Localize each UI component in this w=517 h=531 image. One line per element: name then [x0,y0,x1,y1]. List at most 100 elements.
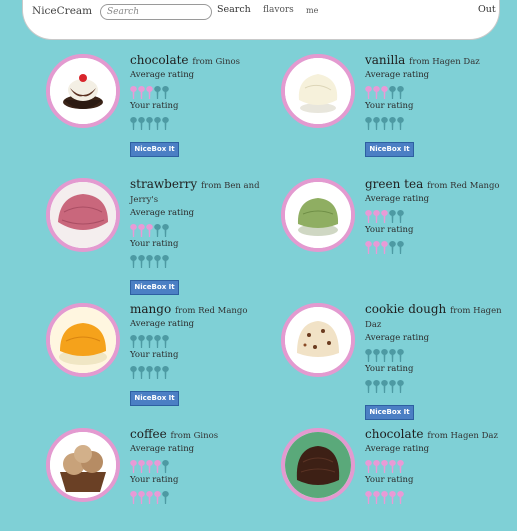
spoon-icon[interactable] [365,380,372,393]
nicebox-button[interactable]: NiceBox It [365,405,414,420]
logout-link[interactable]: Out [478,4,496,15]
spoon-icon [162,224,169,237]
spoon-icon [130,224,137,237]
flavor-source: from Ginos [170,431,219,441]
spoon-icon[interactable] [365,241,372,254]
spoon-icon[interactable] [146,366,153,379]
nicebox-button[interactable]: NiceBox It [130,391,179,406]
average-rating-label: Average rating [365,333,430,343]
search-input[interactable] [100,4,212,20]
spoon-icon[interactable] [138,491,145,504]
your-rating-spoons[interactable] [130,490,270,504]
spoon-icon[interactable] [154,366,161,379]
spoon-icon [162,460,169,473]
spoon-icon[interactable] [381,117,388,130]
spoon-icon[interactable] [154,117,161,130]
spoon-icon[interactable] [154,491,161,504]
your-rating-label: Your rating [365,101,414,111]
spoon-icon[interactable] [389,117,396,130]
spoon-icon[interactable] [397,491,404,504]
spoon-icon [130,86,137,99]
spoon-icon[interactable] [373,117,380,130]
spoon-icon[interactable] [146,117,153,130]
flavor-image[interactable] [281,54,355,128]
spoon-icon[interactable] [381,491,388,504]
spoon-icon[interactable] [130,491,137,504]
spoon-icon[interactable] [130,366,137,379]
your-rating-spoons[interactable] [130,365,270,379]
flavor-source: from Red Mango [427,181,500,191]
spoon-icon[interactable] [146,255,153,268]
spoon-icon[interactable] [389,491,396,504]
nicebox-button[interactable]: NiceBox It [365,142,414,157]
spoon-icon[interactable] [381,241,388,254]
spoon-icon[interactable] [397,380,404,393]
flavor-image[interactable] [281,303,355,377]
spoon-icon [381,349,388,362]
spoon-icon[interactable] [130,117,137,130]
nicebox-button[interactable]: NiceBox It [130,280,179,295]
spoon-icon [146,224,153,237]
spoon-icon[interactable] [162,117,169,130]
spoon-icon[interactable] [381,380,388,393]
spoon-icon[interactable] [389,380,396,393]
spoon-icon[interactable] [138,117,145,130]
your-rating-spoons[interactable] [130,254,270,268]
spoon-icon [389,349,396,362]
flavor-name[interactable]: cookie dough [365,302,446,316]
flavor-image[interactable] [46,428,120,502]
spoon-icon[interactable] [397,117,404,130]
your-rating-spoons[interactable] [365,379,505,393]
spoon-icon[interactable] [138,366,145,379]
nav-flavors-link[interactable]: flavors [263,5,294,15]
flavor-image[interactable] [281,178,355,252]
spoon-icon [381,460,388,473]
spoon-icon[interactable] [162,491,169,504]
spoon-icon[interactable] [365,491,372,504]
nav-me-link[interactable]: me [306,6,318,15]
spoon-icon[interactable] [138,255,145,268]
flavor-image[interactable] [281,428,355,502]
flavor-name[interactable]: strawberry [130,177,197,191]
your-rating-spoons[interactable] [365,116,505,130]
spoon-icon[interactable] [162,366,169,379]
brand-logo[interactable]: NiceCream [32,5,92,17]
flavor-name[interactable]: chocolate [365,427,424,441]
spoon-icon [397,349,404,362]
average-rating-spoons [365,459,505,473]
flavor-name[interactable]: chocolate [130,53,189,67]
flavor-image[interactable] [46,303,120,377]
spoon-icon [162,86,169,99]
your-rating-label: Your rating [130,350,179,360]
spoon-icon[interactable] [365,117,372,130]
spoon-icon [365,349,372,362]
spoon-icon [154,460,161,473]
spoon-icon[interactable] [162,255,169,268]
your-rating-spoons[interactable] [130,116,270,130]
flavor-image[interactable] [46,178,120,252]
spoon-icon [389,86,396,99]
spoon-icon [397,210,404,223]
your-rating-spoons[interactable] [365,490,505,504]
flavor-name[interactable]: coffee [130,427,167,441]
spoon-icon[interactable] [154,255,161,268]
nicebox-button[interactable]: NiceBox It [130,142,179,157]
spoon-icon[interactable] [373,491,380,504]
search-button[interactable]: Search [217,4,251,15]
flavor-name[interactable]: green tea [365,177,423,191]
spoon-icon[interactable] [397,241,404,254]
flavor-name[interactable]: vanilla [365,53,405,67]
flavor-image[interactable] [46,54,120,128]
spoon-icon[interactable] [373,380,380,393]
spoon-icon[interactable] [373,241,380,254]
flavor-name[interactable]: mango [130,302,171,316]
spoon-icon[interactable] [389,241,396,254]
spoon-icon [154,335,161,348]
spoon-icon [373,86,380,99]
spoon-icon[interactable] [146,491,153,504]
your-rating-spoons[interactable] [365,240,505,254]
your-rating-label: Your rating [365,225,414,235]
average-rating-label: Average rating [365,444,430,454]
average-rating-spoons [365,85,505,99]
spoon-icon[interactable] [130,255,137,268]
